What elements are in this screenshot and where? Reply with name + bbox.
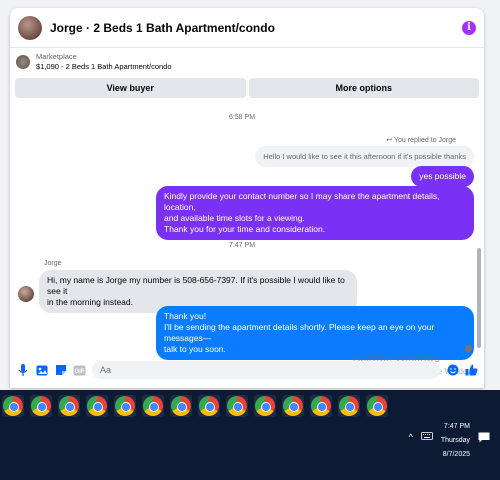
message-bubble-sent[interactable]: Kindly provide your contact number so I …	[156, 186, 474, 240]
replied-note: ↩ You replied to Jorge	[386, 137, 456, 144]
chrome-icon	[3, 396, 23, 416]
taskbar-app[interactable]	[310, 395, 332, 417]
chat-window: Jorge · 2 Beds 1 Bath Apartment/condo i …	[10, 8, 484, 388]
like-icon[interactable]	[465, 364, 478, 377]
message-input[interactable]	[92, 361, 440, 379]
taskbar-app[interactable]	[30, 395, 52, 417]
chrome-icon	[115, 396, 135, 416]
listing-thumbnail	[16, 55, 30, 69]
action-bar: View buyer More options	[10, 76, 484, 100]
composer: GIF	[10, 352, 484, 388]
taskbar-app[interactable]	[338, 395, 360, 417]
more-options-button[interactable]: More options	[248, 78, 479, 98]
chrome-icon	[367, 396, 387, 416]
chrome-icon	[31, 396, 51, 416]
chrome-icon	[59, 396, 79, 416]
taskbar-app[interactable]	[86, 395, 108, 417]
clock[interactable]: 7:47 PM Thursday 8/7/2025	[441, 420, 470, 462]
taskbar-app[interactable]	[58, 395, 80, 417]
marketplace-listing[interactable]: Marketplace $1,090 - 2 Beds 1 Bath Apart…	[10, 48, 484, 76]
image-icon[interactable]	[35, 364, 48, 377]
contact-avatar[interactable]	[18, 15, 42, 40]
clock-date: 8/7/2025	[442, 451, 470, 458]
notification-icon[interactable]	[478, 432, 490, 445]
clock-day: Thursday	[440, 437, 470, 444]
chrome-icon	[143, 396, 163, 416]
message-list[interactable]: 6:58 PM ↩ You replied to Jorge Hello I w…	[10, 102, 474, 360]
message-bubble-sent[interactable]: yes possible	[411, 166, 474, 187]
chrome-icon	[227, 396, 247, 416]
chrome-icon	[311, 396, 331, 416]
chevron-up-icon[interactable]: ^	[409, 432, 413, 442]
keyboard-icon[interactable]	[420, 432, 433, 442]
taskbar-app[interactable]	[254, 395, 276, 417]
sender-avatar[interactable]	[18, 286, 34, 302]
taskbar-app[interactable]	[226, 395, 248, 417]
listing-detail: $1,090 - 2 Beds 1 Bath Apartment/condo	[36, 62, 172, 71]
info-icon[interactable]: i	[462, 20, 476, 35]
chrome-icon	[171, 396, 191, 416]
chat-title[interactable]: Jorge · 2 Beds 1 Bath Apartment/condo	[50, 21, 462, 35]
chrome-icon	[199, 396, 219, 416]
gif-icon[interactable]: GIF	[73, 364, 86, 377]
seen-avatar	[465, 345, 472, 352]
taskbar-app[interactable]	[114, 395, 136, 417]
timestamp: 7:47 PM	[228, 242, 256, 249]
chrome-icon	[339, 396, 359, 416]
taskbar-app[interactable]	[198, 395, 220, 417]
chrome-icon	[255, 396, 275, 416]
chat-header: Jorge · 2 Beds 1 Bath Apartment/condo i	[10, 8, 484, 48]
svg-text:GIF: GIF	[75, 369, 85, 375]
view-buyer-button[interactable]: View buyer	[15, 78, 246, 98]
timestamp: 6:58 PM	[228, 114, 256, 121]
mic-icon[interactable]	[16, 364, 29, 377]
quoted-message[interactable]: Hello I would like to see it this aftern…	[255, 146, 474, 167]
reply-arrow-icon: ↩	[386, 137, 393, 144]
taskbar-app[interactable]	[282, 395, 304, 417]
emoji-icon[interactable]	[446, 364, 459, 377]
taskbar-app[interactable]	[366, 395, 388, 417]
listing-label: Marketplace	[36, 52, 77, 61]
taskbar: ^ 7:47 PM Thursday 8/7/2025	[0, 390, 500, 480]
taskbar-app[interactable]	[170, 395, 192, 417]
chrome-icon	[87, 396, 107, 416]
taskbar-app[interactable]	[142, 395, 164, 417]
clock-time: 7:47 PM	[443, 423, 470, 430]
taskbar-apps	[0, 395, 388, 417]
scrollbar-thumb[interactable]	[477, 248, 481, 348]
chrome-icon	[283, 396, 303, 416]
sticker-icon[interactable]	[54, 364, 67, 377]
system-tray: ^ 7:47 PM Thursday 8/7/2025	[409, 420, 490, 462]
taskbar-app[interactable]	[2, 395, 24, 417]
sender-name: Jorge	[44, 260, 62, 267]
